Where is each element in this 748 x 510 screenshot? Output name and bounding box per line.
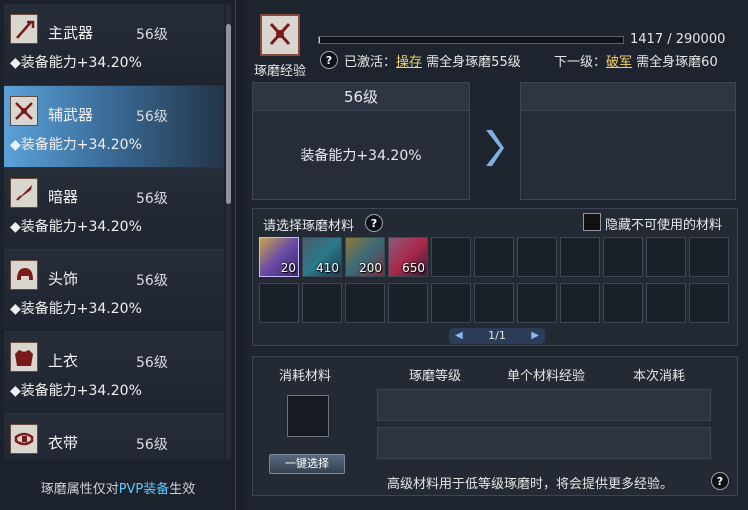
hide-unusable-label: 隐藏不可使用的材料 (605, 218, 723, 233)
activated-name-link[interactable]: 操存 (396, 55, 422, 70)
page-prev-icon[interactable]: ◀ (455, 328, 463, 344)
next-title: 下一级：破军 需全身琢磨60 (554, 55, 718, 70)
equipment-name: 头饰 (48, 270, 79, 288)
material-item[interactable]: 410 (302, 237, 342, 277)
material-slot-empty[interactable] (259, 283, 299, 323)
material-slot-empty[interactable] (689, 283, 729, 323)
material-count: 410 (316, 261, 339, 275)
equipment-item[interactable]: 头饰 56级 ◆装备能力+34.20% (4, 250, 224, 332)
equipment-name: 暗器 (48, 188, 79, 206)
material-slot-empty[interactable] (603, 237, 643, 277)
equipment-bonus: ◆装备能力+34.20% (10, 219, 142, 235)
equipment-item[interactable]: 暗器 56级 ◆装备能力+34.20% (4, 168, 224, 250)
equipment-bonus: ◆装备能力+34.20% (10, 137, 142, 153)
equipment-name: 辅武器 (48, 106, 94, 124)
material-help-icon[interactable]: ? (365, 214, 383, 232)
material-slot-empty[interactable] (517, 237, 557, 277)
next-level-box (520, 82, 736, 200)
equipment-level: 56级 (136, 437, 168, 453)
current-level: 56级 (253, 83, 469, 111)
consume-row (377, 389, 711, 421)
one-key-select-button[interactable]: 一键选择 (269, 454, 345, 474)
material-item[interactable]: 650 (388, 237, 428, 277)
polish-exp-icon (260, 14, 300, 56)
material-slot-empty[interactable] (689, 237, 729, 277)
material-slot-empty[interactable] (603, 283, 643, 323)
equipment-item[interactable]: 主武器 56级 ◆装备能力+34.20% (4, 4, 224, 86)
exp-value: 1417 / 290000 (630, 32, 726, 47)
exp-progress-bar (318, 36, 624, 44)
equipment-panel: 主武器 56级 ◆装备能力+34.20% 辅武器 56级 ◆装备能力+34.20% 暗器 56… (0, 0, 236, 510)
material-count: 20 (280, 261, 296, 275)
material-count: 200 (359, 261, 382, 275)
material-slot-empty[interactable] (431, 283, 471, 323)
polish-panel: 琢磨经验 1417 / 290000 ? 已激活：操存 需全身琢磨55级 下一级… (244, 0, 748, 510)
activated-title: 已激活：操存 需全身琢磨55级 (344, 55, 521, 70)
equipment-item[interactable]: 衣带56级◆装备能力+34.20% (4, 414, 224, 460)
crossed-blades-icon (10, 96, 38, 126)
equipment-list: 主武器 56级 ◆装备能力+34.20% 辅武器 56级 ◆装备能力+34.20% 暗器 56… (4, 4, 224, 460)
equipment-bonus: ◆装备能力+34.20% (10, 55, 142, 71)
material-slot-empty[interactable] (560, 283, 600, 323)
hint-help-icon[interactable]: ? (711, 472, 729, 490)
material-count: 650 (402, 261, 425, 275)
material-slot-empty[interactable] (474, 283, 514, 323)
pvp-footnote: 琢磨属性仅对PVP装备生效 (40, 482, 196, 497)
equipment-bonus: ◆装备能力+34.20% (10, 383, 142, 399)
hide-unusable-checkbox[interactable] (583, 213, 601, 231)
col-this-consume: 本次消耗 (633, 369, 686, 384)
col-consume-material: 消耗材料 (279, 369, 332, 384)
material-panel: 请选择琢磨材料 ? 隐藏不可使用的材料 20 410 200 650 ◀ 1/1 ▶ (252, 208, 738, 346)
material-slot-empty[interactable] (474, 237, 514, 277)
material-slot-empty[interactable] (646, 237, 686, 277)
equipment-name: 主武器 (48, 24, 94, 42)
material-grid: 20 410 200 650 (259, 237, 729, 323)
helmet-icon (10, 260, 38, 290)
polish-exp-label: 琢磨经验 (254, 64, 307, 79)
equipment-level: 56级 (136, 355, 168, 371)
armor-icon (10, 342, 38, 372)
material-slot-empty[interactable] (431, 237, 471, 277)
belt-icon (10, 424, 38, 454)
dart-icon (10, 178, 38, 208)
equipment-item[interactable]: 辅武器 56级 ◆装备能力+34.20% (4, 86, 224, 168)
equipment-level: 56级 (136, 191, 168, 207)
consume-slot[interactable] (287, 395, 329, 437)
next-level-header (521, 83, 735, 111)
material-slot-empty[interactable] (302, 283, 342, 323)
consume-row (377, 427, 711, 459)
chevron-right-icon (486, 130, 504, 166)
material-slot-empty[interactable] (345, 283, 385, 323)
material-slot-empty[interactable] (517, 283, 557, 323)
material-slot-empty[interactable] (560, 237, 600, 277)
material-title: 请选择琢磨材料 (263, 219, 355, 234)
equipment-item[interactable]: 上衣 56级 ◆装备能力+34.20% (4, 332, 224, 414)
current-level-box: 56级 装备能力+34.20% (252, 82, 470, 200)
col-unit-exp: 单个材料经验 (507, 369, 586, 384)
page-next-icon[interactable]: ▶ (531, 328, 539, 344)
next-name-link[interactable]: 破军 (606, 55, 632, 70)
equipment-level: 56级 (136, 109, 168, 125)
current-bonus: 装备能力+34.20% (300, 148, 422, 164)
equipment-name: 上衣 (48, 352, 79, 370)
equipment-level: 56级 (136, 27, 168, 43)
material-slot-empty[interactable] (388, 283, 428, 323)
scrollbar-thumb[interactable] (226, 24, 231, 204)
spear-icon (10, 14, 38, 44)
equipment-name: 衣带 (48, 434, 79, 452)
material-slot-empty[interactable] (646, 283, 686, 323)
equipment-bonus: ◆装备能力+34.20% (10, 301, 142, 317)
material-item[interactable]: 200 (345, 237, 385, 277)
material-item[interactable]: 20 (259, 237, 299, 277)
equipment-level: 56级 (136, 273, 168, 289)
material-hint: 高级材料用于低等级琢磨时，将会提供更多经验。 (387, 477, 674, 492)
help-icon[interactable]: ? (320, 51, 338, 69)
col-polish-level: 琢磨等级 (409, 369, 462, 384)
consume-panel: 消耗材料 琢磨等级 单个材料经验 本次消耗 一键选择 高级材料用于低等级琢磨时，… (252, 356, 738, 496)
page-indicator: ◀ 1/1 ▶ (449, 328, 545, 344)
